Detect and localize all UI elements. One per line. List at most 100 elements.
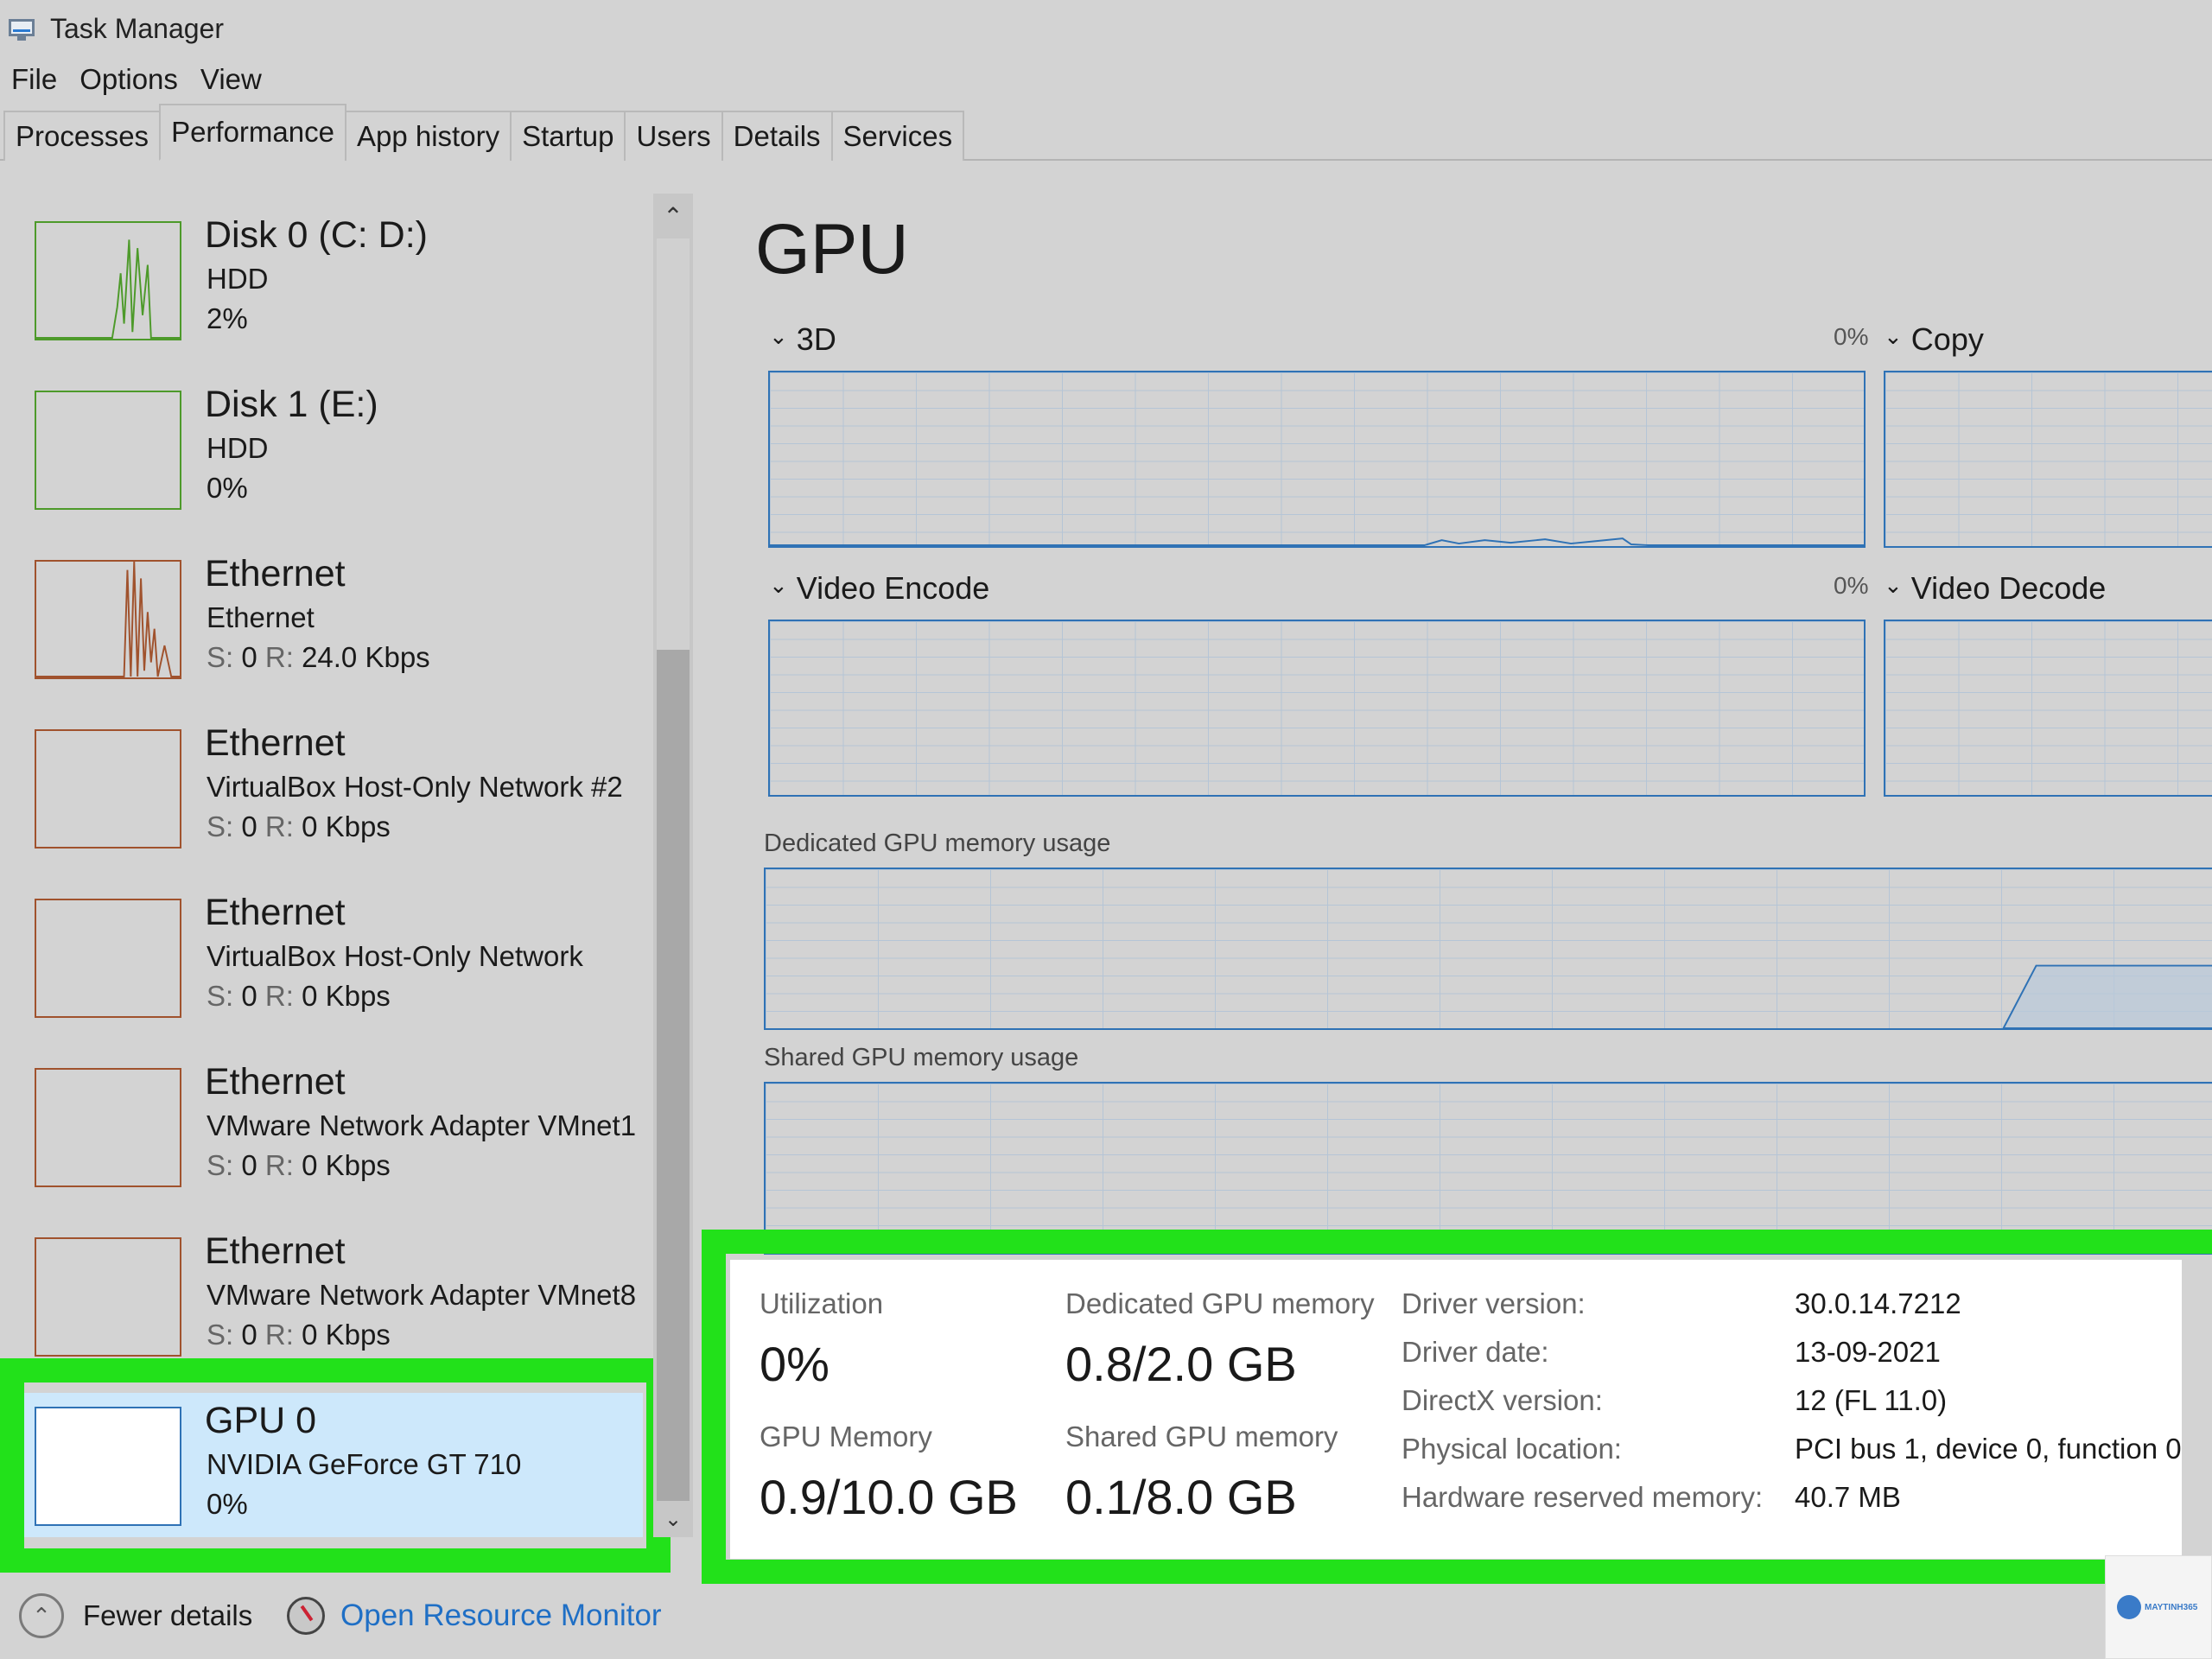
resource-monitor-icon [287,1597,325,1635]
menu-file[interactable]: File [0,63,68,96]
device-list: Disk 0 (C: D:) HDD 2% Disk 1 (E:) HDD 0%… [0,194,691,1537]
list-item-subtitle: HDD [207,263,269,295]
fewer-details-label: Fewer details [83,1599,253,1631]
chevron-down-icon: ⌄ [1884,571,1903,598]
tab-bar: Processes Performance App history Startu… [0,102,2212,161]
open-resource-monitor-label: Open Resource Monitor [340,1599,662,1632]
utilization-label: Utilization [760,1287,884,1319]
gpu-memory-label: GPU Memory [760,1421,932,1452]
engine-3d-label[interactable]: ⌄ 3D [769,321,836,358]
list-item-stat: S: 0 R: 24.0 Kbps [207,641,430,673]
driver-version-value: 30.0.14.7212 [1795,1287,1961,1319]
shared-memory-label: Shared GPU memory [1065,1421,1338,1452]
list-item-subtitle: Ethernet [207,601,315,633]
driver-date-label: Driver date: [1402,1336,1549,1368]
list-item-title: Ethernet [205,1061,346,1103]
dedicated-memory-value: 0.8/2.0 GB [1065,1337,1297,1391]
list-item-title: Ethernet [205,553,346,594]
footer: ⌃ Fewer details Open Resource Monitor [0,1574,2212,1659]
globe-icon [2117,1595,2141,1619]
tab-startup[interactable]: Startup [510,111,626,161]
list-item-stat: 0% [207,472,248,504]
chevron-down-icon: ⌄ [1884,322,1903,349]
list-item-stat: S: 0 R: 0 Kbps [207,1319,391,1351]
driver-date-value: 13-09-2021 [1795,1336,1941,1368]
directx-version-label: DirectX version: [1402,1384,1603,1416]
title-bar: Task Manager [0,0,2212,57]
engine-video-decode-graph [1884,620,2212,797]
engine-video-encode-graph [768,620,1866,797]
shared-memory-graph [764,1082,2212,1255]
chevron-down-icon: ⌄ [769,322,788,349]
engine-copy-graph [1884,371,2212,548]
list-item-subtitle: VirtualBox Host-Only Network [207,940,583,972]
list-item-stat: S: 0 R: 0 Kbps [207,810,391,842]
engine-video-encode-label[interactable]: ⌄ Video Encode [769,570,989,607]
list-item-title: Ethernet [205,892,346,933]
menu-view[interactable]: View [189,63,273,96]
tab-details[interactable]: Details [721,111,833,161]
list-item-disk-1[interactable]: Disk 1 (E:) HDD 0% [0,363,657,532]
gpu-stats-panel: Utilization 0% Dedicated GPU memory 0.8/… [730,1260,2182,1559]
dedicated-memory-graph [764,868,2212,1030]
tab-users[interactable]: Users [624,111,723,161]
list-item-title: Ethernet [205,722,346,764]
scroll-track[interactable] [657,238,690,650]
list-item-ethernet-5[interactable]: Ethernet VMware Network Adapter VMnet8 S… [0,1210,657,1379]
driver-version-label: Driver version: [1402,1287,1586,1319]
utilization-value: 0% [760,1337,830,1391]
gpu-thumbnail-graph [35,1407,181,1526]
chevron-up-icon: ⌃ [19,1593,64,1638]
task-manager-icon [7,16,38,41]
engine-copy-label[interactable]: ⌄ Copy [1884,321,1984,358]
list-item-subtitle: HDD [207,432,269,464]
physical-location-value: PCI bus 1, device 0, function 0 [1795,1433,2182,1465]
hardware-reserved-memory-value: 40.7 MB [1795,1481,1901,1513]
scroll-up-arrow-icon[interactable]: ⌃ [653,194,693,238]
engine-video-decode-label[interactable]: ⌄ Video Decode [1884,570,2106,607]
ethernet-thumbnail-graph [35,899,181,1018]
list-item-disk-0[interactable]: Disk 0 (C: D:) HDD 2% [0,194,657,363]
open-resource-monitor-link[interactable]: Open Resource Monitor [287,1583,662,1649]
list-item-title: GPU 0 [205,1400,317,1441]
list-item-subtitle: VMware Network Adapter VMnet8 [207,1279,637,1311]
gpu-detail-pane: GPU ⌄ 3D 0% ⌄ Copy ⌄ Video Encode 0% ⌄ Video… [726,194,2212,1255]
ethernet-thumbnail-graph [35,1068,181,1187]
engine-3d-graph [768,371,1866,548]
dedicated-memory-label: Dedicated GPU memory [1065,1287,1375,1319]
dedicated-memory-usage-label: Dedicated GPU memory usage [764,830,1111,857]
list-item-stat: S: 0 R: 0 Kbps [207,980,391,1012]
chevron-down-icon: ⌄ [769,571,788,598]
device-list-scrollbar[interactable]: ⌃ ⌄ [653,194,693,1537]
tab-services[interactable]: Services [830,111,965,161]
watermark-text: MAYTINH365 [2145,1602,2198,1612]
scroll-down-arrow-icon[interactable]: ⌄ [653,1501,693,1537]
ethernet-thumbnail-graph [35,560,181,679]
list-item-title: Disk 0 (C: D:) [205,214,428,256]
list-item-stat: 2% [207,302,248,334]
gpu-memory-value: 0.9/10.0 GB [760,1470,1018,1524]
list-item-stat: S: 0 R: 0 Kbps [207,1149,391,1181]
tab-processes[interactable]: Processes [3,111,162,161]
window-title: Task Manager [50,12,224,44]
list-item-title: Ethernet [205,1230,346,1272]
hardware-reserved-memory-label: Hardware reserved memory: [1402,1481,1764,1513]
list-item-ethernet-4[interactable]: Ethernet VMware Network Adapter VMnet1 S… [0,1040,657,1210]
scroll-thumb[interactable] [657,650,690,1501]
disk-0-thumbnail-graph [35,221,181,340]
list-item-subtitle: NVIDIA GeForce GT 710 [207,1448,522,1480]
list-item-subtitle: VirtualBox Host-Only Network #2 [207,771,623,803]
fewer-details-button[interactable]: ⌃ Fewer details [19,1583,252,1649]
menu-options[interactable]: Options [68,63,189,96]
shared-memory-usage-label: Shared GPU memory usage [764,1044,1079,1071]
engine-video-encode-percent: 0% [1834,572,1869,599]
list-item-ethernet-1[interactable]: Ethernet Ethernet S: 0 R: 24.0 Kbps [0,532,657,702]
menu-bar: File Options View [0,57,273,102]
ethernet-thumbnail-graph [35,729,181,849]
list-item-ethernet-2[interactable]: Ethernet VirtualBox Host-Only Network #2… [0,702,657,871]
list-item-ethernet-3[interactable]: Ethernet VirtualBox Host-Only Network S:… [0,871,657,1040]
tab-app-history[interactable]: App history [344,111,512,161]
list-item-gpu-0[interactable]: GPU 0 NVIDIA GeForce GT 710 0% [0,1379,657,1537]
gpu-title: GPU [755,210,909,289]
tab-performance[interactable]: Performance [159,104,346,161]
